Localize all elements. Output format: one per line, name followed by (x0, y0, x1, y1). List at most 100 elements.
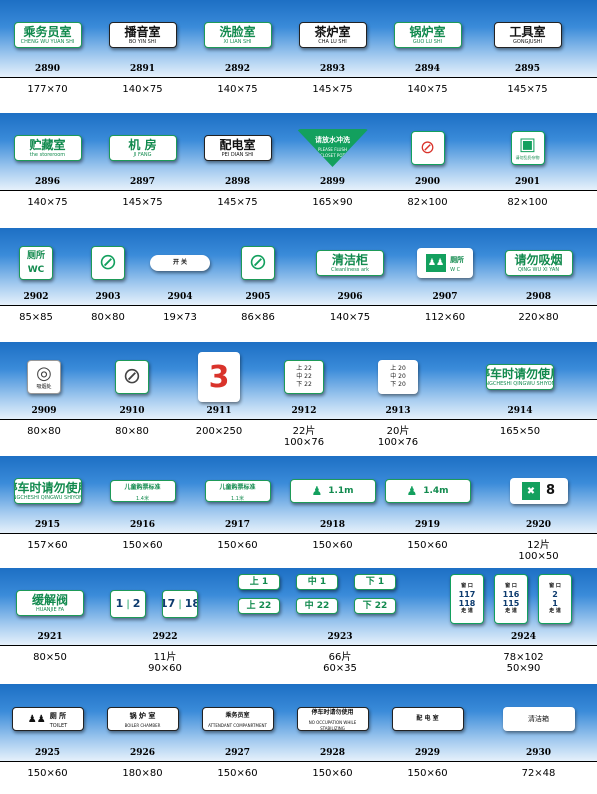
product-sign: ♟♟ 厕 所 TOILET (11, 707, 84, 731)
seat-number-right: 2 (132, 597, 141, 610)
product-size: 150×60 (407, 768, 448, 779)
sign-title: 锅炉室 (409, 25, 446, 39)
sign-title: 清洁箱 (528, 715, 549, 723)
berth-tag: 中 22 (296, 598, 338, 614)
sign-title: 停车时请勿使用 (15, 481, 81, 495)
product-cell: 2901 82×100 ▣ 请勿乱扔杂物 (480, 113, 575, 223)
sign-subtitle: WC (27, 265, 45, 275)
product-code: 2895 (514, 64, 541, 74)
product-cell: 2912 22片 100×76 上 22 中 22 下 22 (262, 342, 346, 452)
product-code: 2918 (319, 520, 346, 530)
product-cell: 2916 150×60 儿童购票标准 1.4米 (95, 456, 190, 566)
product-size: 220×80 (518, 312, 559, 323)
sign-subtitle: PEI DIAN SHI (221, 152, 254, 158)
product-sign: 停车时请勿使用 NO OCCUPATION WHILE STABILIZING (296, 707, 369, 731)
sign-title: 茶炉室 (314, 25, 351, 39)
sign-title: 停车时请勿使用 (487, 367, 553, 381)
product-sign: 请放水冲洗 PLEASE FLUSH CLOSET POT (296, 129, 369, 167)
product-cell: 2903 80×80 ⊘ (72, 228, 144, 338)
seat-icon: ▣ (518, 134, 536, 155)
product-cell: 2914 165×50 停车时请勿使用TINGCHESHI QINGWU SHIYO… (450, 342, 590, 452)
aisle-bottom: 走 道 (505, 608, 517, 614)
product-cell: 2927 150×60 乘务员室 ATTENDANT COMPANRTMENT (190, 684, 285, 794)
product-size: 78×102 50×90 (503, 652, 544, 674)
product-size: 150×60 (27, 768, 68, 779)
product-sign: 清洁柜 Cleanliness ark (316, 250, 384, 276)
product-code: 2925 (34, 748, 61, 758)
product-sign: 儿童购票标准 1.1米 (204, 480, 271, 502)
sign-title: 清洁柜 (331, 253, 368, 267)
product-sign: 锅炉室 GUO LU SHI (393, 22, 462, 48)
product-code: 2907 (432, 292, 458, 302)
sign-subtitle: the storeroom (29, 152, 66, 158)
sign-subtitle: GUO LU SHI (412, 39, 443, 45)
aisle-top: 窗 口 (505, 583, 517, 589)
product-size: 72×48 (521, 768, 556, 779)
product-size: 140×75 (329, 312, 371, 323)
sign-subtitle: W C (450, 267, 461, 273)
product-cell: 2913 20片 100×76 上 20 中 20 下 20 (346, 342, 450, 452)
product-sign: 洗脸室 XI LIAN SHI (203, 22, 272, 48)
product-sign: 清洁箱 (502, 707, 575, 731)
product-cell: 2918 150×60 ♟ 1.1m (285, 456, 380, 566)
product-size: 82×100 (407, 197, 448, 208)
product-cell: 2906 140×75 清洁柜 Cleanliness ark (300, 228, 400, 338)
product-code: 2921 (37, 632, 63, 642)
product-size: 85×85 (19, 312, 53, 323)
product-code: 2929 (414, 748, 441, 758)
sign-subtitle: XI LIAN SHI (223, 39, 252, 45)
product-sign: 贮藏室 the storeroom (13, 135, 82, 161)
sign-title: 儿童购票标准 (219, 483, 256, 491)
product-size: 165×90 (312, 197, 353, 208)
product-size: 140×75 (217, 84, 258, 95)
seat-number-sign: 17|18 (162, 590, 198, 618)
product-sign: 乘务员室 CHENG WU YUAN SHI (13, 22, 82, 48)
catalog-row: 2896 140×75 贮藏室 the storeroom 2897 145×75 机 房J… (0, 113, 597, 223)
product-sign: ⊘ (410, 131, 445, 165)
product-cell: 292211片 90×601|217|18 (100, 568, 230, 678)
seat-number-sign: 1 | 2 (110, 590, 146, 618)
product-code: 2917 (224, 520, 251, 530)
sign-title: 缓解阀 (31, 593, 68, 607)
dining-icon: ✖ (521, 482, 540, 500)
berth-line: 上 22 (296, 365, 312, 372)
product-code: 2892 (224, 64, 251, 74)
product-code: 2906 (337, 292, 363, 302)
product-code: 2910 (119, 406, 145, 416)
berth-line: 中 20 (390, 373, 406, 380)
sign-title: 吸烟处 (36, 384, 52, 390)
product-cell: 2930 72×48 清洁箱 (480, 684, 597, 794)
product-size: 112×60 (424, 312, 466, 323)
child-height-icon: ♟ (311, 484, 323, 498)
sign-subtitle: QING WU XI YAN (517, 267, 560, 273)
sign-title: 开 关 (172, 259, 188, 266)
product-size: 150×60 (312, 540, 353, 551)
catalog-row: 292180×50缓解阀HUANJIE FA292211片 90×601|217… (0, 568, 597, 678)
product-cell: 2928 150×60 停车时请勿使用 NO OCCUPATION WHILE STA… (285, 684, 380, 794)
product-sign: ✖ 8 (509, 478, 568, 504)
product-cell: 2904 19×73 开 关 (144, 228, 216, 338)
product-code: 2894 (414, 64, 441, 74)
sign-subtitle: 请勿乱扔杂物 (515, 155, 540, 160)
no-bottle-icon: ⊘ (248, 250, 268, 275)
product-sign: ⊘ (241, 246, 275, 280)
sign-title: 厕所 (26, 251, 45, 261)
product-code: 2912 (291, 406, 317, 416)
product-cell: 2893 145×75 茶炉室 CHA LU SHI (285, 0, 380, 110)
berth-tag-label: 上 22 (246, 601, 272, 611)
product-sign: 播音室 BO YIN SHI (108, 22, 177, 48)
product-code: 2923 (327, 632, 353, 642)
catalog-row: 2902 85×85 厕所 WC 2903 80×80 ⊘ 2904 19×73 开 关 2905 8… (0, 228, 597, 338)
berth-line: 中 22 (296, 373, 312, 380)
aisle-number: 115 (502, 599, 520, 608)
product-size: 180×80 (122, 768, 163, 779)
product-cell: 2908 220×80 请勿吸烟 QING WU XI YAN (490, 228, 587, 338)
product-code: 2920 (525, 520, 552, 530)
sign-subtitle: GONGJUSHI (513, 39, 542, 45)
berth-tag-label: 中 1 (307, 577, 327, 587)
seat-divider: | (178, 598, 182, 610)
product-code: 2893 (319, 64, 346, 74)
product-sign: ♟ 1.1m (289, 479, 376, 503)
product-size: 200×250 (195, 426, 243, 437)
product-size: 177×70 (27, 84, 68, 95)
